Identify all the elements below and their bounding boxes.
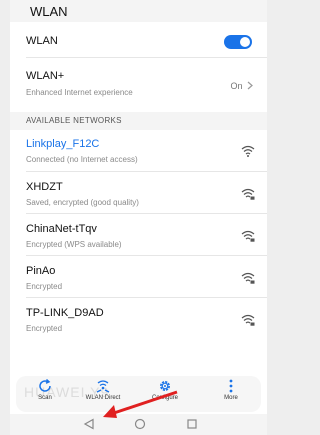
annotation-arrow-icon xyxy=(103,390,178,418)
wlan-settings-screen: WLAN WLAN WLAN+ Enhanced Internet experi… xyxy=(10,0,267,435)
